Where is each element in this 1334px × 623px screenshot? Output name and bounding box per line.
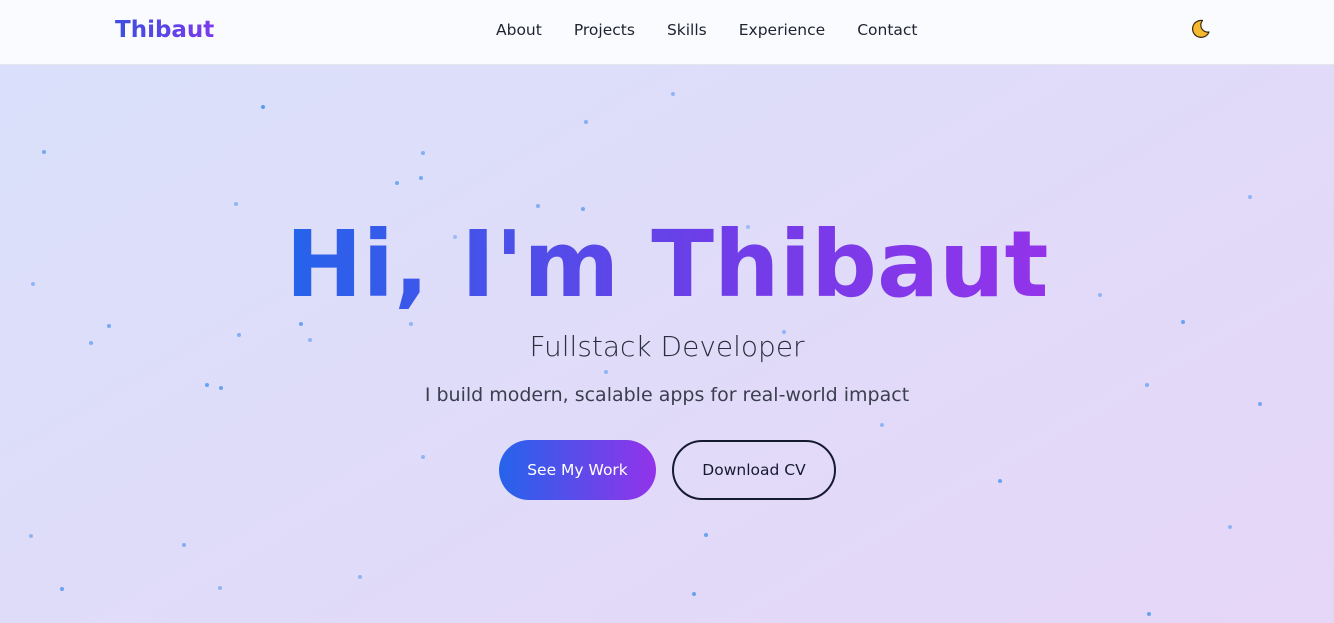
hero-tagline: I build modern, scalable apps for real-w… xyxy=(424,384,910,406)
particle-dot xyxy=(604,370,608,374)
nav-links: About Projects Skills Experience Contact xyxy=(480,0,934,60)
brand-logo[interactable]: Thibaut xyxy=(115,14,214,46)
particle-dot xyxy=(584,120,588,124)
particle-dot xyxy=(704,533,708,537)
particle-dot xyxy=(60,587,64,591)
particle-dot xyxy=(880,423,884,427)
nav-link-about[interactable]: About xyxy=(496,21,542,39)
particle-dot xyxy=(29,534,33,538)
download-cv-button[interactable]: Download CV xyxy=(672,440,836,500)
theme-toggle-button[interactable] xyxy=(1187,16,1213,42)
particle-dot xyxy=(182,543,186,547)
navbar: Thibaut About Projects Skills Experience… xyxy=(0,0,1334,65)
nav-link-experience[interactable]: Experience xyxy=(739,21,825,39)
particle-dot xyxy=(1248,195,1252,199)
nav-link-skills[interactable]: Skills xyxy=(667,21,707,39)
particle-dot xyxy=(395,181,399,185)
nav-link-contact[interactable]: Contact xyxy=(857,21,917,39)
particle-dot xyxy=(671,92,675,96)
hero-page: Thibaut About Projects Skills Experience… xyxy=(0,0,1334,623)
hero-title-text: Hi, I'm Thibaut xyxy=(285,211,1049,318)
particle-dot xyxy=(218,586,222,590)
hero-title: Hi, I'm Thibaut xyxy=(0,205,1334,325)
particle-dot xyxy=(358,575,362,579)
nav-link-projects[interactable]: Projects xyxy=(574,21,635,39)
particle-dot xyxy=(419,176,423,180)
particle-dot xyxy=(261,105,265,109)
particle-dot xyxy=(421,151,425,155)
particle-dot xyxy=(421,455,425,459)
particle-dot xyxy=(42,150,46,154)
moon-icon xyxy=(1192,19,1210,38)
particle-dot xyxy=(1147,612,1151,616)
hero-subtitle: Fullstack Developer xyxy=(529,330,805,363)
particle-dot xyxy=(998,479,1002,483)
particle-dot xyxy=(692,592,696,596)
particle-dot xyxy=(1228,525,1232,529)
see-my-work-button[interactable]: See My Work xyxy=(499,440,656,500)
